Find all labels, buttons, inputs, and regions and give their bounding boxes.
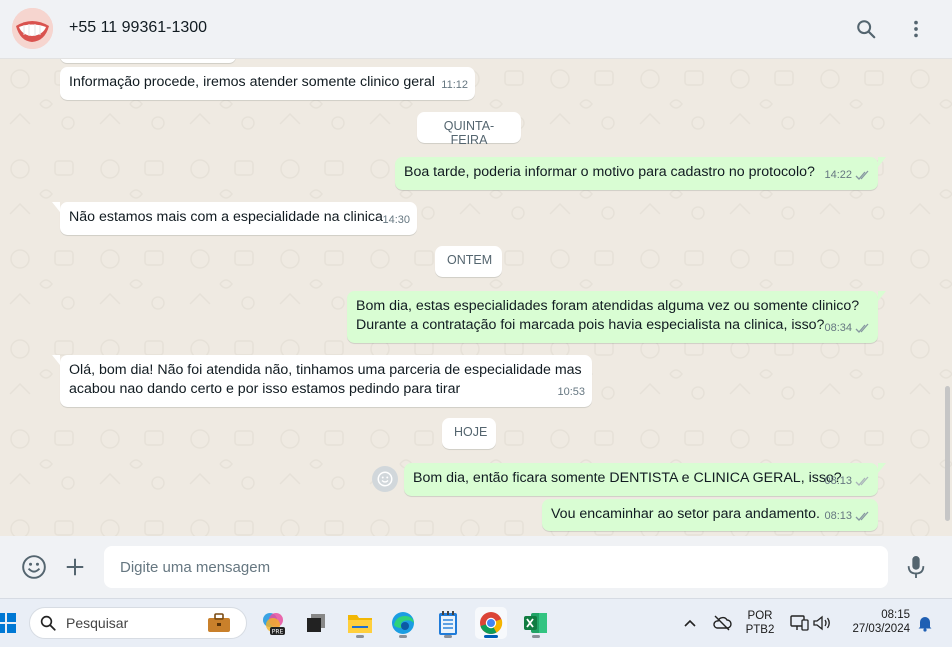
taskbar-search-placeholder: Pesquisar bbox=[66, 615, 129, 631]
volume-icon[interactable] bbox=[806, 607, 838, 639]
message-bubble-outgoing[interactable]: Vou encaminhar ao setor para andamento. … bbox=[542, 499, 878, 531]
bubble-tail bbox=[878, 157, 886, 167]
message-bubble-incoming[interactable]: Não estamos mais com a especialidade na … bbox=[52, 202, 417, 235]
message-time: 14:30 bbox=[382, 214, 410, 226]
delivered-ticks-icon bbox=[855, 476, 869, 486]
notepad-icon[interactable] bbox=[432, 607, 464, 639]
message-bubble-partial bbox=[60, 59, 236, 63]
taskbar-running-indicator bbox=[532, 635, 540, 638]
chrome-icon[interactable] bbox=[475, 607, 507, 639]
language-code: POR bbox=[747, 610, 773, 622]
kebab-menu-icon[interactable] bbox=[902, 15, 930, 43]
search-icon[interactable] bbox=[852, 15, 880, 43]
chat-header: +55 11 99361-1300 bbox=[0, 0, 952, 59]
date-divider: QUINTA-FEIRA bbox=[417, 112, 521, 147]
message-bubble-outgoing[interactable]: Bom dia, estas especialidades foram aten… bbox=[347, 291, 886, 343]
message-text-line: Durante a contratação foi marcada pois h… bbox=[356, 317, 825, 333]
cloud-sync-off-icon[interactable] bbox=[706, 607, 738, 639]
clock-time: 08:15 bbox=[881, 609, 910, 621]
message-bubble-outgoing[interactable]: Boa tarde, poderia informar o motivo par… bbox=[395, 157, 886, 190]
message-text-line: acabou nao dando certo e por isso estamo… bbox=[69, 381, 461, 397]
plus-icon[interactable] bbox=[61, 553, 89, 581]
read-ticks-icon bbox=[855, 323, 869, 333]
bubble-tail bbox=[878, 291, 886, 301]
svg-text:PRE: PRE bbox=[272, 629, 284, 636]
message-text: Vou encaminhar ao setor para andamento. bbox=[551, 506, 820, 522]
message-text-line: Bom dia, estas especialidades foram aten… bbox=[356, 298, 860, 314]
message-bubble-outgoing[interactable]: Bom dia, então ficara somente DENTISTA e… bbox=[404, 463, 886, 496]
bubble-tail bbox=[52, 355, 60, 365]
windows-taskbar: Pesquisar PRE POR PTB2 08:15 27/03/2024 bbox=[0, 598, 952, 647]
microphone-icon[interactable] bbox=[902, 553, 930, 581]
react-emoji-button[interactable] bbox=[372, 466, 398, 492]
message-text: Bom dia, então ficara somente DENTISTA e… bbox=[413, 470, 842, 486]
input-language-indicator[interactable]: POR PTB2 bbox=[743, 609, 777, 637]
windows-start-icon[interactable] bbox=[0, 607, 22, 639]
edge-browser-icon[interactable] bbox=[387, 607, 419, 639]
read-ticks-icon bbox=[855, 511, 869, 521]
taskbar-search[interactable]: Pesquisar bbox=[29, 607, 247, 639]
bubble-tail bbox=[52, 202, 60, 212]
date-divider: ONTEM bbox=[435, 246, 502, 277]
taskbar-running-indicator bbox=[356, 635, 364, 638]
message-bubble-incoming[interactable]: Informação procede, iremos atender somen… bbox=[60, 67, 475, 100]
message-list[interactable]: Informação procede, iremos atender somen… bbox=[0, 59, 952, 536]
taskbar-running-indicator bbox=[399, 635, 407, 638]
message-time: 08:13 bbox=[824, 507, 871, 526]
message-time: 14:22 bbox=[824, 166, 871, 185]
emoji-icon[interactable] bbox=[20, 553, 48, 581]
contact-avatar[interactable] bbox=[12, 8, 53, 49]
clock[interactable]: 08:15 27/03/2024 bbox=[842, 608, 914, 636]
contact-name[interactable]: +55 11 99361-1300 bbox=[69, 19, 207, 37]
message-time: 08:13 bbox=[824, 472, 871, 491]
excel-icon[interactable] bbox=[520, 607, 552, 639]
briefcase-icon bbox=[208, 613, 230, 632]
message-bubble-incoming[interactable]: Olá, bom dia! Não foi atendida não, tinh… bbox=[52, 355, 592, 407]
message-text-line: Olá, bom dia! Não foi atendida não, tinh… bbox=[69, 362, 582, 378]
message-time: 10:53 bbox=[557, 386, 585, 398]
message-text: Não estamos mais com a especialidade na … bbox=[69, 209, 383, 225]
clock-date: 27/03/2024 bbox=[852, 623, 910, 635]
message-time: 11:12 bbox=[441, 79, 468, 91]
date-divider: HOJE bbox=[442, 418, 496, 449]
taskbar-running-indicator bbox=[444, 635, 452, 638]
bubble-tail bbox=[878, 463, 886, 473]
message-input[interactable] bbox=[104, 546, 888, 588]
file-explorer-icon[interactable] bbox=[344, 607, 376, 639]
taskbar-active-indicator bbox=[484, 635, 498, 638]
search-icon bbox=[40, 615, 56, 631]
chat-scrollbar[interactable] bbox=[945, 386, 950, 521]
message-text: Boa tarde, poderia informar o motivo par… bbox=[404, 164, 815, 180]
copilot-pre-icon[interactable]: PRE bbox=[257, 607, 289, 639]
read-ticks-icon bbox=[855, 170, 869, 180]
message-composer bbox=[0, 536, 952, 598]
keyboard-layout: PTB2 bbox=[745, 624, 775, 636]
message-text: Informação procede, iremos atender somen… bbox=[69, 74, 435, 90]
task-view-icon[interactable] bbox=[300, 607, 332, 639]
message-time: 08:34 bbox=[824, 319, 871, 338]
notification-bell-icon[interactable] bbox=[909, 607, 941, 639]
chevron-up-icon[interactable] bbox=[674, 607, 706, 639]
